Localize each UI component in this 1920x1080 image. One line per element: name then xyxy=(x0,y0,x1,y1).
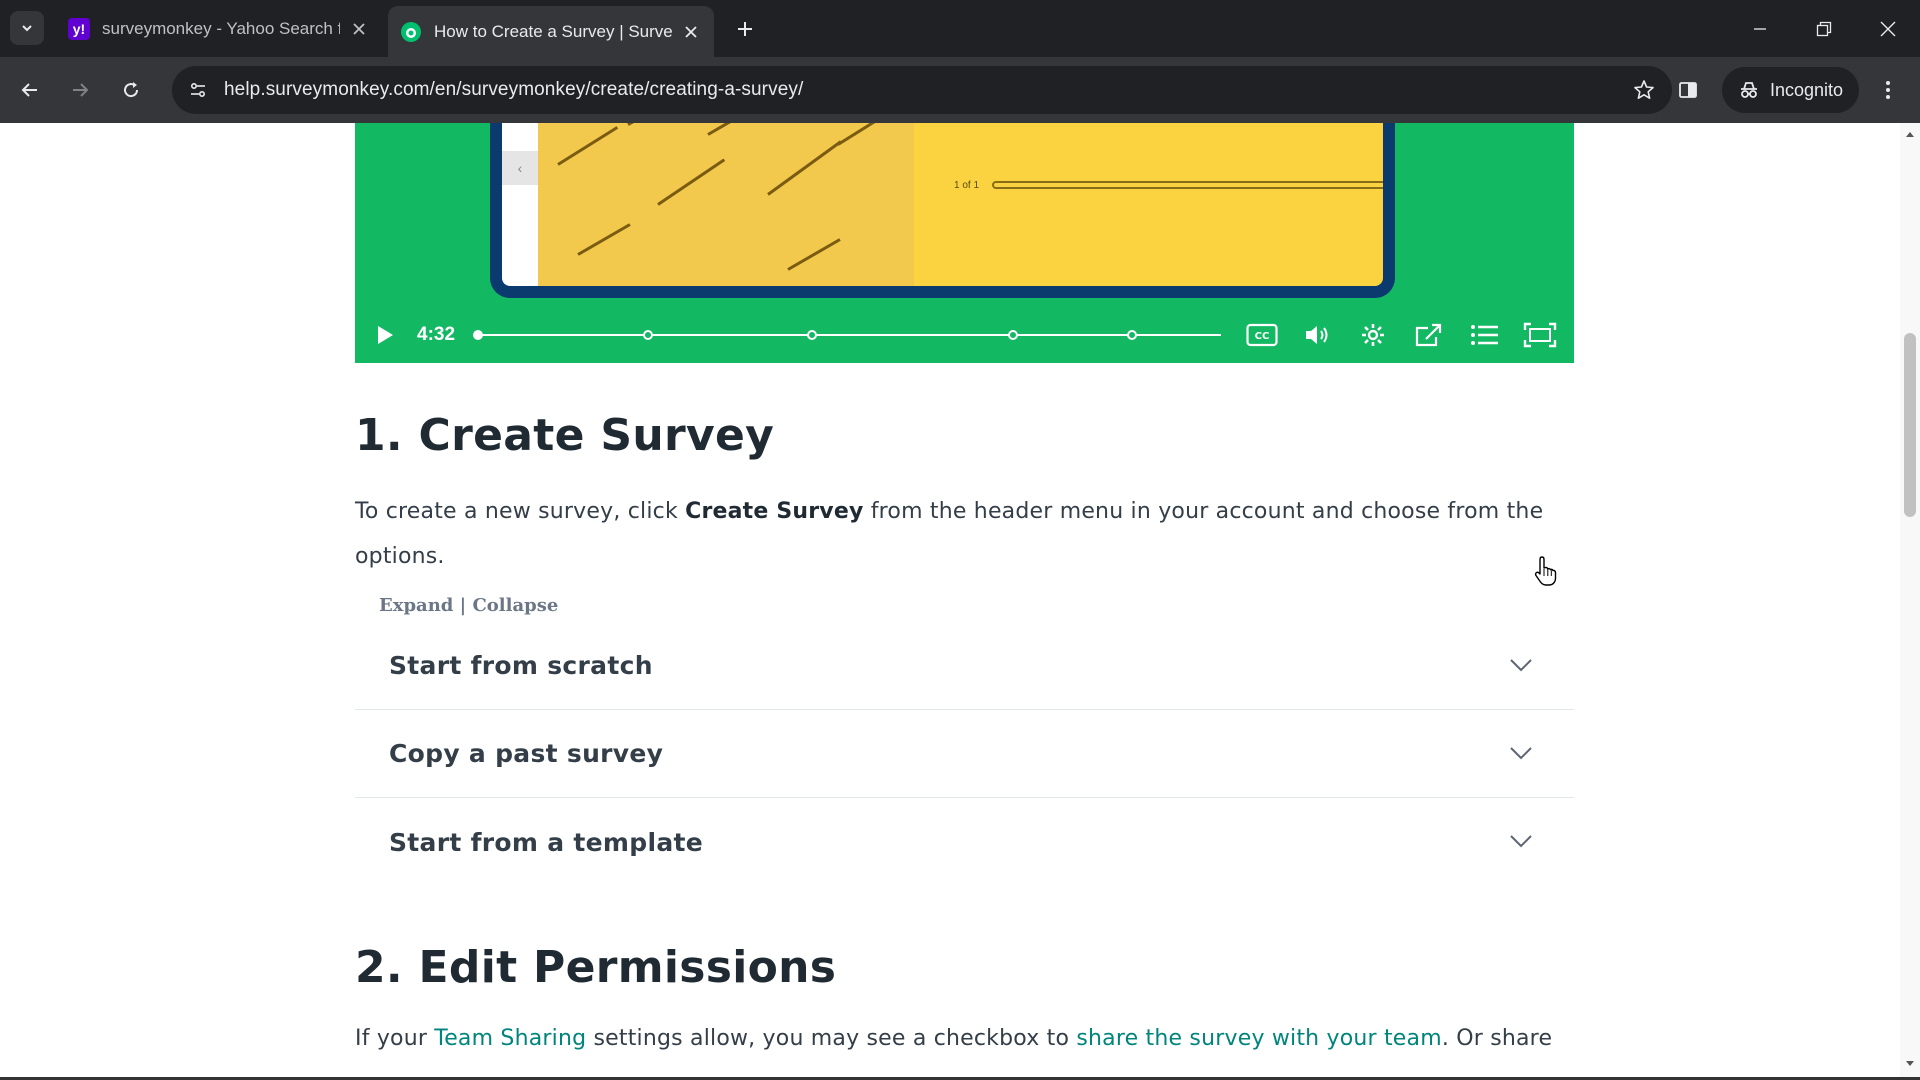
fullscreen-icon xyxy=(1523,322,1557,348)
share-with-team-link[interactable]: share the survey with your team xyxy=(1076,1026,1442,1051)
video-frame-device: ‹ 1 of 1 xyxy=(490,123,1395,298)
chapter-marker[interactable] xyxy=(806,330,817,340)
reload-icon xyxy=(124,82,139,98)
video-thumbnail-image xyxy=(538,123,914,286)
incognito-badge[interactable]: Incognito xyxy=(1722,67,1860,113)
browser-tab-bar: y! surveymonkey - Yahoo Search f How to … xyxy=(0,0,1920,57)
tab-title: surveymonkey - Yahoo Search f xyxy=(102,19,340,38)
hand-cursor-icon xyxy=(1534,556,1557,586)
restore-icon xyxy=(1816,21,1832,36)
expand-collapse-controls: Expand | Collapse xyxy=(379,595,558,616)
new-tab-button[interactable] xyxy=(730,14,760,44)
scrollbar-thumb[interactable] xyxy=(1904,333,1916,517)
side-panel-icon xyxy=(1679,82,1697,98)
arrow-left-icon xyxy=(21,83,37,97)
page-viewport: ‹ 1 of 1 4:32 CC 1. Create Survey To cre… xyxy=(0,123,1920,1080)
create-options-accordion: Start from scratch Copy a past survey St… xyxy=(355,622,1574,886)
window-controls xyxy=(1728,0,1920,57)
close-window-button[interactable] xyxy=(1856,0,1920,57)
play-button[interactable] xyxy=(373,323,397,347)
chapter-marker[interactable] xyxy=(1126,330,1137,340)
page-count: 1 of 1 xyxy=(954,180,980,191)
tab-search-button[interactable] xyxy=(10,11,44,45)
close-icon xyxy=(1880,21,1896,36)
closed-captions-icon: CC xyxy=(1246,323,1278,347)
share-icon xyxy=(1415,323,1442,347)
browser-toolbar: help.surveymonkey.com/en/surveymonkey/cr… xyxy=(0,57,1920,123)
create-survey-paragraph: To create a new survey, click Create Sur… xyxy=(355,499,1544,569)
team-sharing-link[interactable]: Team Sharing xyxy=(434,1026,586,1051)
arrow-right-icon xyxy=(73,83,89,97)
scroll-up-arrow[interactable] xyxy=(1904,128,1916,140)
section-heading-edit-permissions: 2. Edit Permissions xyxy=(355,942,837,993)
plus-icon xyxy=(738,22,752,36)
chevron-down-icon[interactable] xyxy=(1508,652,1534,678)
chapter-marker[interactable] xyxy=(643,330,654,340)
video-controls: 4:32 CC xyxy=(355,307,1574,363)
tab-how-to-create-survey[interactable]: How to Create a Survey | Surve xyxy=(388,6,714,57)
accordion-label: Copy a past survey xyxy=(389,739,664,768)
chapters-button[interactable] xyxy=(1468,321,1502,349)
accordion-label: Start from a template xyxy=(389,827,704,857)
minimize-button[interactable] xyxy=(1728,0,1792,57)
share-button[interactable] xyxy=(1412,321,1446,349)
accordion-item-start-from-template[interactable]: Start from a template xyxy=(355,798,1574,886)
fullscreen-button[interactable] xyxy=(1523,321,1557,349)
volume-icon xyxy=(1306,326,1328,344)
chevron-down-icon[interactable] xyxy=(1508,740,1534,766)
accordion-label: Start from scratch xyxy=(389,651,653,680)
svg-text:CC: CC xyxy=(1255,331,1270,342)
chevron-down-icon xyxy=(22,25,32,32)
section-heading-create-survey: 1. Create Survey xyxy=(355,410,775,461)
page-scrollbar[interactable] xyxy=(1900,123,1920,1080)
chapter-marker[interactable] xyxy=(1007,330,1018,340)
yahoo-icon: y! xyxy=(68,18,90,40)
expand-link[interactable]: Expand xyxy=(379,595,453,616)
accordion-item-start-from-scratch[interactable]: Start from scratch xyxy=(355,622,1574,710)
video-player[interactable]: ‹ 1 of 1 4:32 CC xyxy=(355,123,1574,363)
bookmark-star-icon[interactable] xyxy=(1628,74,1660,106)
close-icon[interactable] xyxy=(348,18,370,40)
address-bar[interactable]: help.surveymonkey.com/en/surveymonkey/cr… xyxy=(172,66,1672,114)
edit-permissions-paragraph: If your Team Sharing settings allow, you… xyxy=(355,1026,1553,1051)
captions-button[interactable]: CC xyxy=(1245,321,1279,349)
reload-button[interactable] xyxy=(115,74,147,106)
site-info-icon[interactable] xyxy=(178,70,218,110)
url-text[interactable]: help.surveymonkey.com/en/surveymonkey/cr… xyxy=(224,79,803,101)
play-icon xyxy=(378,326,393,344)
video-seek-bar[interactable] xyxy=(473,330,1221,340)
chevron-left-icon: ‹ xyxy=(502,151,538,185)
restore-button[interactable] xyxy=(1792,0,1856,57)
incognito-label: Incognito xyxy=(1770,79,1844,100)
more-vertical-icon xyxy=(1886,81,1890,99)
accordion-item-copy-past-survey[interactable]: Copy a past survey xyxy=(355,710,1574,798)
close-icon[interactable] xyxy=(680,21,702,43)
survey-progress-bar xyxy=(992,181,1383,189)
tab-title: How to Create a Survey | Surve xyxy=(434,21,672,41)
separator: | xyxy=(453,595,473,616)
forward-button[interactable] xyxy=(64,74,96,106)
browser-menu-button[interactable] xyxy=(1872,74,1904,106)
tab-yahoo-search[interactable]: y! surveymonkey - Yahoo Search f xyxy=(56,8,382,50)
list-icon xyxy=(1471,325,1498,345)
back-button[interactable] xyxy=(14,74,46,106)
settings-button[interactable] xyxy=(1356,321,1390,349)
volume-button[interactable] xyxy=(1301,321,1335,349)
collapse-link[interactable]: Collapse xyxy=(472,595,558,616)
side-panel-button[interactable] xyxy=(1672,74,1704,106)
gear-icon xyxy=(1362,324,1384,346)
chevron-down-icon[interactable] xyxy=(1508,828,1534,854)
minimize-icon xyxy=(1754,27,1766,30)
seek-handle[interactable] xyxy=(473,330,483,340)
surveymonkey-icon xyxy=(400,21,422,43)
video-time: 4:32 xyxy=(417,324,456,345)
create-survey-bold: Create Survey xyxy=(685,499,864,524)
scroll-down-arrow[interactable] xyxy=(1904,1058,1916,1070)
incognito-icon xyxy=(1741,82,1757,98)
